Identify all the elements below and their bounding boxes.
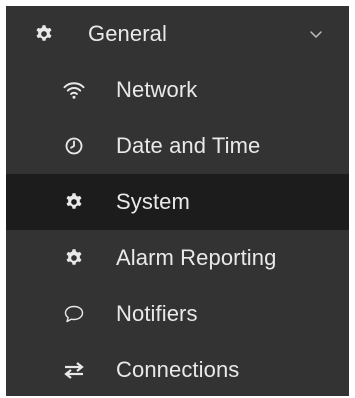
gear-icon [32, 22, 56, 46]
menu-item-date-and-time[interactable]: Date and Time [6, 118, 349, 174]
menu-header-general[interactable]: General [6, 6, 349, 62]
menu-item-label: Notifiers [116, 301, 198, 326]
menu-item-alarm-reporting[interactable]: Alarm Reporting [6, 230, 349, 286]
menu-item-system[interactable]: System [6, 174, 349, 230]
gear-icon [62, 190, 86, 214]
menu-item-label: System [116, 189, 190, 214]
menu-item-label: Alarm Reporting [116, 245, 277, 270]
menu-item-label: Date and Time [116, 133, 261, 158]
menu-item-connections[interactable]: Connections [6, 342, 349, 398]
chevron-down-icon[interactable] [308, 26, 324, 42]
menu-item-label: Network [116, 77, 198, 102]
menu-item-notifiers[interactable]: Notifiers [6, 286, 349, 342]
menu-header-label: General [88, 21, 167, 46]
clock-icon [62, 134, 86, 158]
gear-icon [62, 246, 86, 270]
menu-item-network[interactable]: Network [6, 62, 349, 118]
speech-bubble-icon [62, 302, 86, 326]
exchange-arrows-icon [62, 358, 86, 382]
wifi-icon [62, 78, 86, 102]
settings-menu: General Network Date and Time System Ala… [6, 6, 349, 396]
menu-item-label: Connections [116, 357, 240, 382]
